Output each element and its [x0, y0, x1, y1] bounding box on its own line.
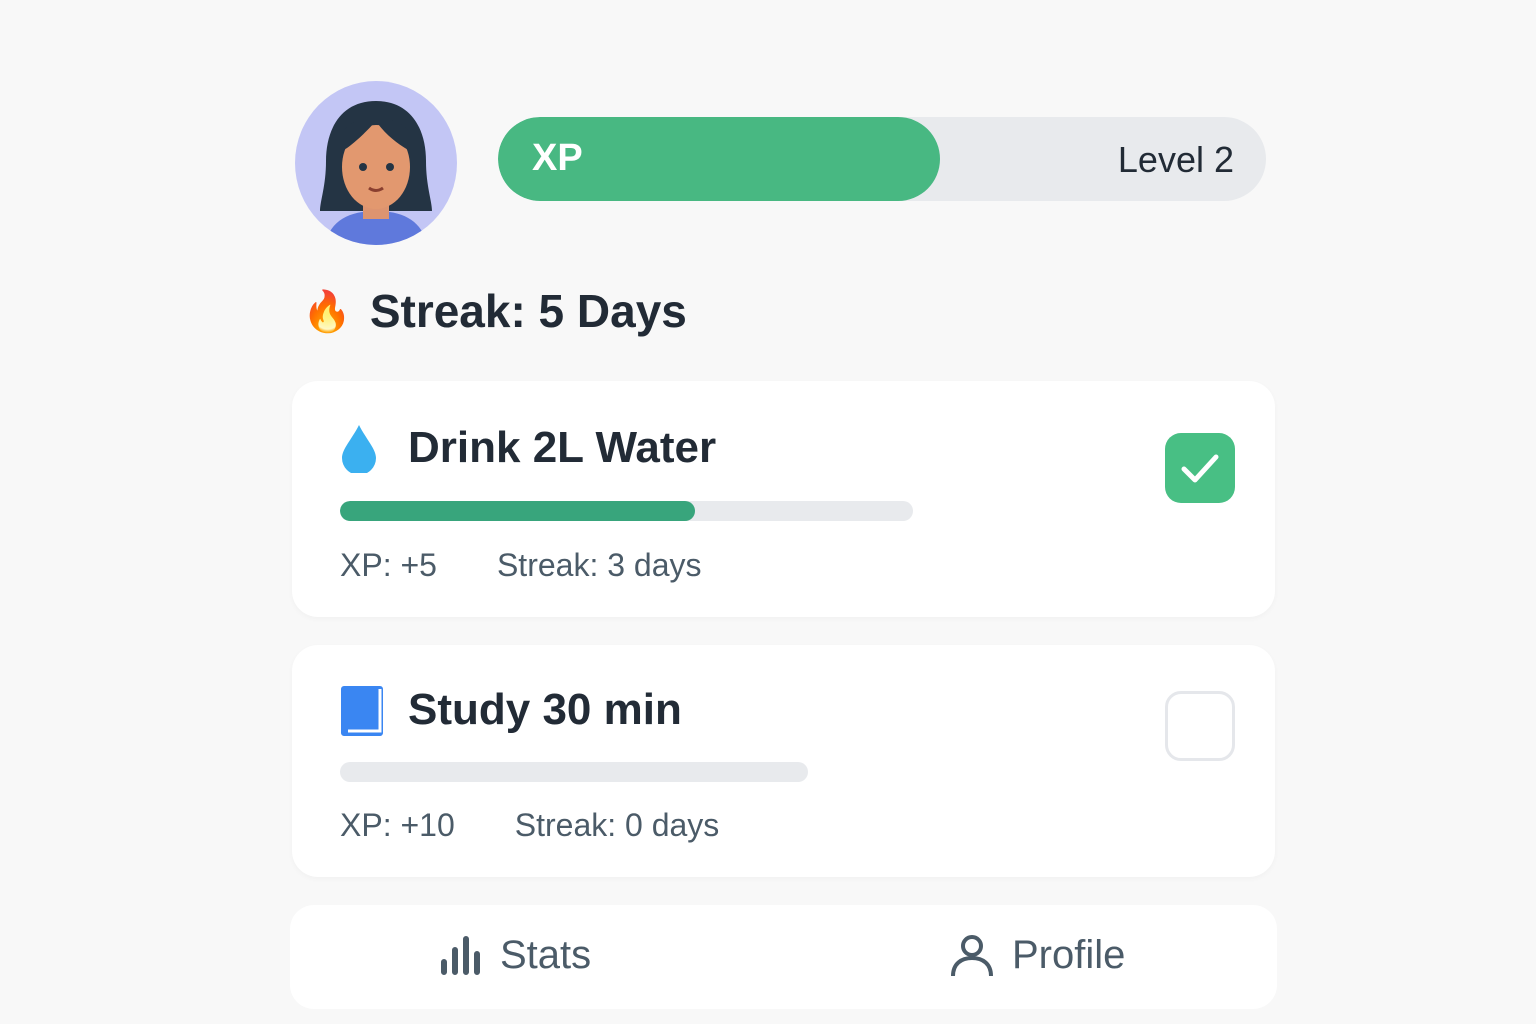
nav-stats-label: Stats [500, 933, 592, 977]
avatar[interactable] [295, 81, 457, 245]
habit-title: Study 30 min [408, 685, 682, 734]
level-label: Level 2 [1117, 139, 1234, 180]
habit-streak: Streak: 0 days [514, 807, 720, 843]
habit-xp: XP: +5 [340, 547, 437, 583]
streak-heading: 🔥 Streak: 5 Days [302, 284, 687, 338]
user-icon [951, 934, 993, 976]
habit-card[interactable]: Study 30 min XP: +10 Streak: 0 days [292, 645, 1275, 877]
habit-progress-fill [340, 501, 696, 521]
habit-streak: Streak: 3 days [496, 547, 702, 583]
fire-icon: 🔥 [302, 289, 352, 334]
habit-card[interactable]: Drink 2L Water XP: +5 Streak: 3 days [292, 381, 1275, 617]
bar-chart-icon [441, 935, 480, 975]
habit-xp: XP: +10 [340, 807, 455, 843]
habit-complete-checkbox[interactable] [1165, 433, 1235, 503]
nav-profile[interactable]: Profile [950, 933, 1125, 978]
avatar-illustration [320, 101, 432, 245]
bottom-nav: Stats Profile [290, 905, 1277, 1009]
habit-progress-bar [340, 762, 808, 782]
xp-label: XP [532, 137, 583, 179]
water-drop-icon [342, 425, 376, 473]
habit-progress-bar [340, 501, 913, 521]
xp-progress-bar: XP Level 2 [498, 117, 1266, 201]
habit-complete-checkbox[interactable] [1165, 691, 1235, 761]
nav-stats[interactable]: Stats [440, 933, 591, 978]
nav-profile-label: Profile [1012, 933, 1126, 977]
book-icon [341, 686, 383, 736]
habit-title: Drink 2L Water [408, 423, 717, 472]
streak-text: Streak: 5 Days [369, 285, 687, 337]
checkmark-icon [1181, 454, 1219, 483]
